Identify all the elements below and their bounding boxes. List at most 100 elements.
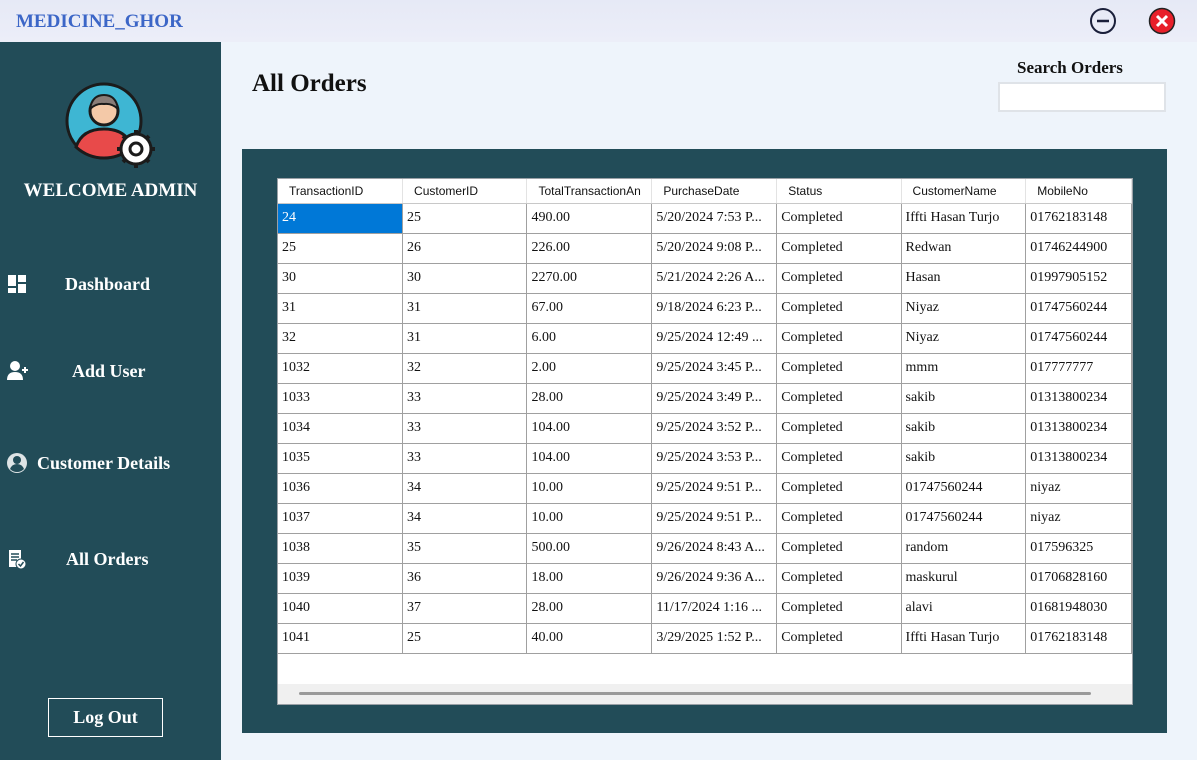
column-header[interactable]: CustomerName: [901, 179, 1027, 204]
table-cell[interactable]: 9/18/2024 6:23 P...: [651, 293, 778, 324]
table-cell[interactable]: Completed: [776, 323, 902, 354]
table-row[interactable]: 1034 33 104.00 9/25/2024 3:52 P... Completed…: [278, 413, 1132, 444]
table-cell[interactable]: 2.00: [526, 353, 653, 384]
table-cell[interactable]: 01997905152: [1025, 263, 1132, 294]
table-row[interactable]: 1038 35 500.00 9/26/2024 8:43 A... Completed…: [278, 533, 1132, 564]
table-cell[interactable]: Completed: [776, 563, 902, 594]
table-cell[interactable]: 33: [402, 383, 528, 414]
table-cell[interactable]: Niyaz: [901, 293, 1027, 324]
table-cell[interactable]: Completed: [776, 473, 902, 504]
search-input[interactable]: [998, 82, 1166, 112]
table-cell[interactable]: Niyaz: [901, 323, 1027, 354]
table-cell[interactable]: mmm: [901, 353, 1027, 384]
table-cell[interactable]: 1034: [278, 413, 404, 444]
table-cell[interactable]: 35: [402, 533, 528, 564]
table-cell[interactable]: 28.00: [526, 593, 653, 624]
table-cell[interactable]: 18.00: [526, 563, 653, 594]
table-cell[interactable]: Redwan: [901, 233, 1027, 264]
table-cell[interactable]: 1038: [278, 533, 404, 564]
table-cell[interactable]: Completed: [776, 623, 902, 654]
table-cell[interactable]: random: [901, 533, 1027, 564]
table-cell[interactable]: 1037: [278, 503, 404, 534]
table-cell[interactable]: Iffti Hasan Turjo: [901, 623, 1027, 654]
horizontal-scrollbar[interactable]: [278, 684, 1132, 704]
column-header[interactable]: CustomerID: [402, 179, 528, 204]
table-cell[interactable]: Completed: [776, 353, 902, 384]
table-cell[interactable]: 32: [402, 353, 528, 384]
sidebar-item-dashboard[interactable]: Dashboard: [0, 265, 221, 305]
table-cell[interactable]: Iffti Hasan Turjo: [901, 203, 1027, 234]
table-cell[interactable]: 24: [278, 203, 404, 234]
table-cell[interactable]: Completed: [776, 503, 902, 534]
table-cell[interactable]: 34: [402, 503, 528, 534]
table-row[interactable]: 25 26 226.00 5/20/2024 9:08 P... Completed Re…: [278, 233, 1132, 264]
table-cell[interactable]: 10.00: [526, 503, 653, 534]
table-cell[interactable]: 9/26/2024 8:43 A...: [651, 533, 778, 564]
table-cell[interactable]: 31: [402, 293, 528, 324]
table-cell[interactable]: 1033: [278, 383, 404, 414]
table-cell[interactable]: 32: [278, 323, 404, 354]
table-cell[interactable]: 6.00: [526, 323, 653, 354]
table-cell[interactable]: 9/26/2024 9:36 A...: [651, 563, 778, 594]
table-cell[interactable]: 017596325: [1025, 533, 1132, 564]
table-cell[interactable]: 490.00: [526, 203, 653, 234]
table-cell[interactable]: 1035: [278, 443, 404, 474]
table-cell[interactable]: Completed: [776, 443, 902, 474]
table-cell[interactable]: 226.00: [526, 233, 653, 264]
table-cell[interactable]: 500.00: [526, 533, 653, 564]
table-cell[interactable]: 31: [402, 323, 528, 354]
table-cell[interactable]: 01762183148: [1025, 203, 1132, 234]
scrollbar-thumb[interactable]: [299, 692, 1091, 695]
table-cell[interactable]: 1039: [278, 563, 404, 594]
table-cell[interactable]: maskurul: [901, 563, 1027, 594]
table-cell[interactable]: 25: [402, 623, 528, 654]
table-cell[interactable]: 01313800234: [1025, 443, 1132, 474]
table-cell[interactable]: 5/20/2024 7:53 P...: [651, 203, 778, 234]
table-cell[interactable]: 28.00: [526, 383, 653, 414]
table-cell[interactable]: 33: [402, 443, 528, 474]
table-cell[interactable]: sakib: [901, 413, 1027, 444]
table-row[interactable]: 1041 25 40.00 3/29/2025 1:52 P... Completed I…: [278, 623, 1132, 654]
table-cell[interactable]: Completed: [776, 233, 902, 264]
table-cell[interactable]: 104.00: [526, 413, 653, 444]
close-button[interactable]: [1147, 6, 1177, 36]
table-row[interactable]: 1033 33 28.00 9/25/2024 3:49 P... Completed s…: [278, 383, 1132, 414]
table-cell[interactable]: 33: [402, 413, 528, 444]
table-cell[interactable]: 31: [278, 293, 404, 324]
table-cell[interactable]: 9/25/2024 9:51 P...: [651, 503, 778, 534]
table-cell[interactable]: 9/25/2024 3:49 P...: [651, 383, 778, 414]
column-header[interactable]: TotalTransactionAn: [526, 179, 653, 204]
table-cell[interactable]: 3/29/2025 1:52 P...: [651, 623, 778, 654]
table-row[interactable]: 1040 37 28.00 11/17/2024 1:16 ... Completed a…: [278, 593, 1132, 624]
table-cell[interactable]: Completed: [776, 203, 902, 234]
table-cell[interactable]: 5/20/2024 9:08 P...: [651, 233, 778, 264]
table-cell[interactable]: Completed: [776, 263, 902, 294]
table-cell[interactable]: sakib: [901, 383, 1027, 414]
table-cell[interactable]: Completed: [776, 533, 902, 564]
table-cell[interactable]: 1036: [278, 473, 404, 504]
table-row[interactable]: 1037 34 10.00 9/25/2024 9:51 P... Completed 0…: [278, 503, 1132, 534]
table-row[interactable]: 24 25 490.00 5/20/2024 7:53 P... Completed If…: [278, 203, 1132, 234]
table-cell[interactable]: 1032: [278, 353, 404, 384]
table-cell[interactable]: 5/21/2024 2:26 A...: [651, 263, 778, 294]
sidebar-item-customer-details[interactable]: Customer Details: [0, 444, 221, 484]
table-cell[interactable]: Completed: [776, 413, 902, 444]
table-cell[interactable]: 017777777: [1025, 353, 1132, 384]
table-row[interactable]: 1039 36 18.00 9/26/2024 9:36 A... Completed m…: [278, 563, 1132, 594]
table-cell[interactable]: 30: [278, 263, 404, 294]
column-header[interactable]: PurchaseDate: [651, 179, 778, 204]
table-cell[interactable]: 25: [402, 203, 528, 234]
table-row[interactable]: 32 31 6.00 9/25/2024 12:49 ... Completed Niya…: [278, 323, 1132, 354]
table-cell[interactable]: 26: [402, 233, 528, 264]
table-cell[interactable]: 01681948030: [1025, 593, 1132, 624]
table-cell[interactable]: 1041: [278, 623, 404, 654]
table-row[interactable]: 1032 32 2.00 9/25/2024 3:45 P... Completed mm…: [278, 353, 1132, 384]
orders-grid[interactable]: TransactionID CustomerID TotalTransactionA…: [277, 178, 1133, 705]
table-cell[interactable]: 01747560244: [1025, 323, 1132, 354]
table-cell[interactable]: 9/25/2024 12:49 ...: [651, 323, 778, 354]
sidebar-item-all-orders[interactable]: All Orders: [0, 540, 221, 580]
table-cell[interactable]: 25: [278, 233, 404, 264]
table-cell[interactable]: 30: [402, 263, 528, 294]
table-cell[interactable]: niyaz: [1025, 473, 1132, 504]
table-cell[interactable]: Completed: [776, 293, 902, 324]
